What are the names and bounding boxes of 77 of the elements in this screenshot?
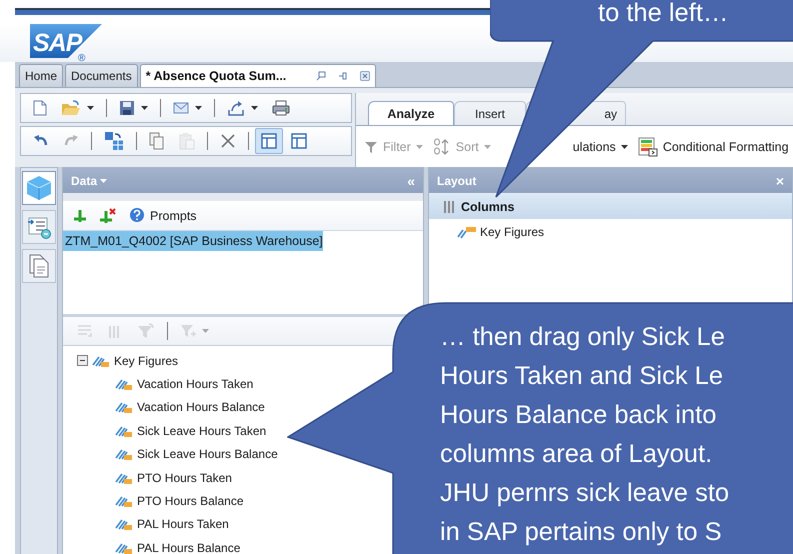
filter-icon: [180, 323, 196, 339]
filter-icon: [137, 323, 155, 339]
pin-icon[interactable]: [338, 71, 348, 81]
toolbar-button[interactable]: [255, 128, 283, 154]
key-figure-icon: [457, 225, 477, 239]
conditional-formatting-icon: [638, 136, 658, 156]
caret-icon: [87, 106, 94, 110]
remove-source-icon[interactable]: [99, 208, 117, 224]
redo-icon: [63, 134, 79, 148]
key-figure-icon: [115, 517, 133, 532]
key-figure-icon: [115, 470, 133, 485]
floppy-icon: [119, 100, 135, 116]
ribbon-button[interactable]: Conditional Formatting: [638, 134, 789, 158]
prompts-button[interactable]: Prompts: [129, 207, 197, 224]
close-icon[interactable]: [360, 71, 370, 81]
rows-icon: [77, 323, 93, 339]
float-icon[interactable]: [316, 71, 326, 81]
panel-icon: [261, 133, 277, 149]
data-source-item[interactable]: ZTM_M01_Q4002 [SAP Business Warehouse]: [63, 231, 323, 251]
export-icon: [227, 100, 245, 116]
tree-item[interactable]: PAL Hours Taken: [137, 517, 229, 532]
caret-icon: [416, 144, 423, 148]
document-icon: [33, 100, 47, 116]
paste-icon: [179, 132, 195, 150]
key-figure-icon: [115, 447, 133, 462]
swap-table-icon: [104, 131, 124, 151]
envelope-icon: [173, 102, 189, 114]
tree-item[interactable]: Key Figures: [114, 354, 178, 368]
side-tab[interactable]: [22, 210, 56, 244]
tree-item[interactable]: Sick Leave Hours Balance: [137, 447, 278, 462]
callout-text: to the left…: [598, 0, 728, 27]
sort-icon: [432, 138, 451, 156]
ribbon-button[interactable]: ulations: [572, 134, 628, 158]
caret-icon: [620, 144, 628, 148]
caret-icon[interactable]: [100, 178, 108, 182]
logo: SAP ®: [30, 24, 104, 62]
panel-title: Layout: [437, 174, 476, 188]
document-tab[interactable]: Home: [19, 64, 64, 87]
ribbon-tab[interactable]: Analyze: [368, 101, 454, 125]
tree-item[interactable]: Vacation Hours Balance: [137, 400, 265, 414]
printer-icon: [272, 100, 290, 116]
side-tab[interactable]: [22, 171, 56, 205]
tree-item[interactable]: Sick Leave Hours Taken: [137, 424, 266, 438]
columns-icon: [443, 200, 455, 214]
caret-icon: [484, 144, 491, 148]
caret-icon: [202, 329, 209, 333]
key-figure-icon: [115, 424, 133, 438]
cube-icon: [25, 174, 53, 202]
key-figure-icon: [115, 377, 133, 392]
folder-icon: [61, 100, 81, 116]
undo-icon: [33, 134, 49, 148]
key-figure-icon: [115, 540, 133, 554]
help-icon: [129, 207, 146, 224]
layout-item[interactable]: Key Figures: [480, 225, 544, 239]
key-figure-icon: [92, 354, 110, 368]
collapse-toggle[interactable]: [77, 355, 88, 366]
caret-icon: [195, 106, 202, 110]
copy-icon: [149, 132, 165, 150]
tree-item[interactable]: PTO Hours Taken: [137, 470, 232, 485]
document-tab[interactable]: * Absence Quota Sum...: [140, 64, 376, 87]
caret-icon: [141, 106, 148, 110]
panel-icon: [291, 133, 307, 149]
caret-icon: [251, 106, 258, 110]
add-source-icon[interactable]: [73, 208, 87, 222]
key-figure-icon: [115, 494, 133, 508]
delete-icon: [220, 133, 236, 149]
section-title: Columns: [461, 200, 514, 214]
panel-title: Data: [71, 174, 98, 188]
filter-icon: [364, 140, 378, 154]
tree-item[interactable]: PTO Hours Balance: [137, 494, 244, 508]
key-figure-icon: [115, 400, 133, 414]
tree-item[interactable]: PAL Hours Balance: [137, 540, 240, 554]
tree-item[interactable]: Vacation Hours Taken: [137, 377, 254, 392]
document-tab[interactable]: Documents: [65, 64, 138, 87]
callout-text: … then drag only Sick Le Hours Taken and Sick Le Hours Balance back into columns area of Layout. JHU pernrs sick leave sto in SAP pertains only to S: [440, 322, 730, 548]
side-tab[interactable]: [22, 249, 56, 283]
documents-icon: [27, 253, 51, 279]
